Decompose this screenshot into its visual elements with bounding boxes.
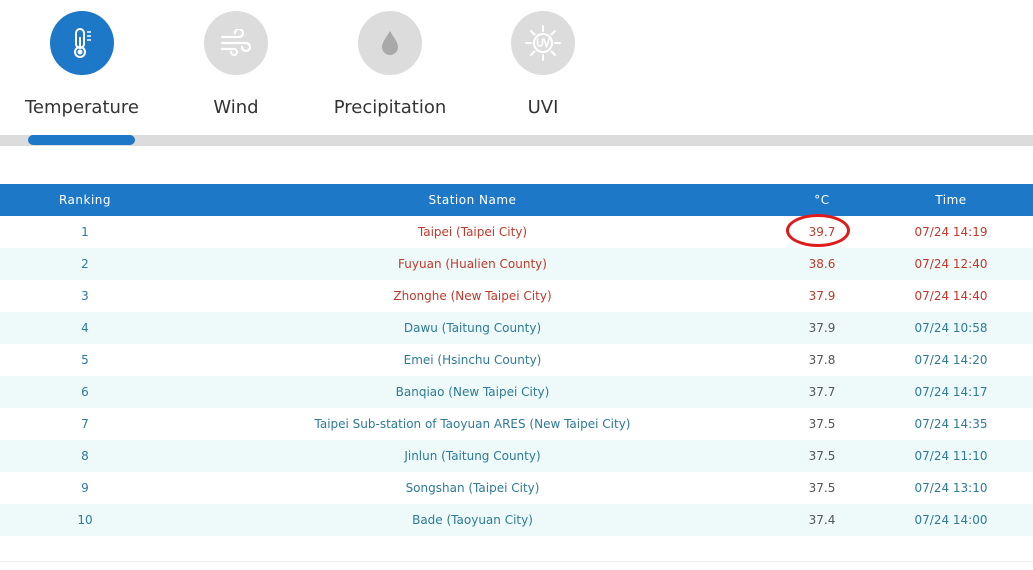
station-cell: Dawu (Taitung County) <box>403 321 542 335</box>
temperature-cell: 37.9 <box>808 321 836 335</box>
station-cell: Songshan (Taipei City) <box>405 481 540 495</box>
temperature-cell: 37.4 <box>808 513 836 527</box>
temperature-cell: 37.5 <box>808 481 836 495</box>
rank-cell: 10 <box>77 513 93 527</box>
header-temperature-unit: °C <box>775 184 869 216</box>
temperature-cell: 37.9 <box>808 289 836 303</box>
tab-wind-circle <box>204 11 268 75</box>
raindrop-icon <box>382 31 398 55</box>
time-cell: 07/24 14:40 <box>914 289 988 303</box>
uv-sun-icon <box>525 25 561 61</box>
rank-cell: 4 <box>81 321 89 335</box>
station-cell: Emei (Hsinchu County) <box>403 353 542 367</box>
rank-cell: 3 <box>81 289 89 303</box>
rank-cell: 8 <box>81 449 89 463</box>
rank-cell: 6 <box>81 385 89 399</box>
temperature-cell: 39.7 <box>775 214 869 248</box>
rank-cell: 7 <box>81 417 89 431</box>
time-cell: 07/24 14:35 <box>914 417 988 431</box>
time-cell: 07/24 13:10 <box>914 481 988 495</box>
table-row: 3 Zhonghe (New Taipei City) 37.9 07/24 1… <box>0 280 1033 312</box>
tab-precipitation[interactable]: Precipitation <box>313 0 467 135</box>
station-cell: Taipei Sub-station of Taoyuan ARES (New … <box>314 417 631 431</box>
circled-temperature: 39.7 <box>785 214 850 247</box>
tab-temperature-circle <box>50 11 114 75</box>
active-tab-indicator <box>28 135 135 145</box>
time-cell: 07/24 12:40 <box>914 257 988 271</box>
tab-uvi[interactable]: UVI <box>466 0 620 135</box>
table-header-row: Ranking Station Name °C Time <box>0 184 1033 216</box>
header-time: Time <box>935 193 967 207</box>
rank-cell: 1 <box>81 225 89 239</box>
tab-temperature-label: Temperature <box>24 97 140 118</box>
table-row: 4 Dawu (Taitung County) 37.9 07/24 10:58 <box>0 312 1033 344</box>
temperature-ranking-table: Ranking Station Name °C Time 1 Taipei (T… <box>0 184 1033 536</box>
wind-icon <box>220 29 252 57</box>
station-cell: Banqiao (New Taipei City) <box>395 385 550 399</box>
station-cell: Zhonghe (New Taipei City) <box>393 289 552 303</box>
table-row: 9 Songshan (Taipei City) 37.5 07/24 13:1… <box>0 472 1033 504</box>
time-cell: 07/24 14:19 <box>914 225 988 239</box>
rank-cell: 2 <box>81 257 89 271</box>
station-cell: Jinlun (Taitung County) <box>404 449 541 463</box>
tab-uvi-label: UVI <box>527 97 559 118</box>
rank-cell: 9 <box>81 481 89 495</box>
temperature-cell: 38.6 <box>808 257 836 271</box>
thermometer-icon <box>74 28 91 58</box>
tab-wind[interactable]: Wind <box>159 0 313 135</box>
bottom-divider <box>0 561 1033 562</box>
temperature-cell: 37.5 <box>808 417 836 431</box>
temperature-unit-label: °C <box>814 193 830 207</box>
tab-uvi-circle <box>511 11 575 75</box>
time-cell: 07/24 14:17 <box>914 385 988 399</box>
table-row: 1 Taipei (Taipei City) 39.7 07/24 14:19 <box>0 214 1033 248</box>
category-tabs: Temperature Wind Precipitation UVI <box>0 0 1033 150</box>
tab-wind-label: Wind <box>213 97 259 118</box>
station-cell: Bade (Taoyuan City) <box>412 513 533 527</box>
time-cell: 07/24 14:00 <box>914 513 988 527</box>
table-row: 8 Jinlun (Taitung County) 37.5 07/24 11:… <box>0 440 1033 472</box>
table-row: 5 Emei (Hsinchu County) 37.8 07/24 14:20 <box>0 344 1033 376</box>
station-cell: Taipei (Taipei City) <box>417 225 528 239</box>
temperature-cell: 37.8 <box>808 353 836 367</box>
table-row: 6 Banqiao (New Taipei City) 37.7 07/24 1… <box>0 376 1033 408</box>
table-row: 2 Fuyuan (Hualien County) 38.6 07/24 12:… <box>0 248 1033 280</box>
time-cell: 07/24 11:10 <box>914 449 988 463</box>
header-station-name: Station Name <box>428 193 517 207</box>
table-row: 10 Bade (Taoyuan City) 37.4 07/24 14:00 <box>0 504 1033 536</box>
rank-cell: 5 <box>81 353 89 367</box>
station-cell: Fuyuan (Hualien County) <box>398 257 547 271</box>
tab-temperature[interactable]: Temperature <box>5 0 159 135</box>
temperature-cell: 37.5 <box>808 449 836 463</box>
tab-track <box>0 135 1033 146</box>
header-ranking: Ranking <box>58 193 112 207</box>
time-cell: 07/24 14:20 <box>914 353 988 367</box>
tab-precipitation-circle <box>358 11 422 75</box>
time-cell: 07/24 10:58 <box>914 321 988 335</box>
tab-precipitation-label: Precipitation <box>333 97 447 118</box>
temperature-cell: 37.7 <box>808 385 836 399</box>
temperature-value: 39.7 <box>808 225 836 239</box>
table-row: 7 Taipei Sub-station of Taoyuan ARES (Ne… <box>0 408 1033 440</box>
